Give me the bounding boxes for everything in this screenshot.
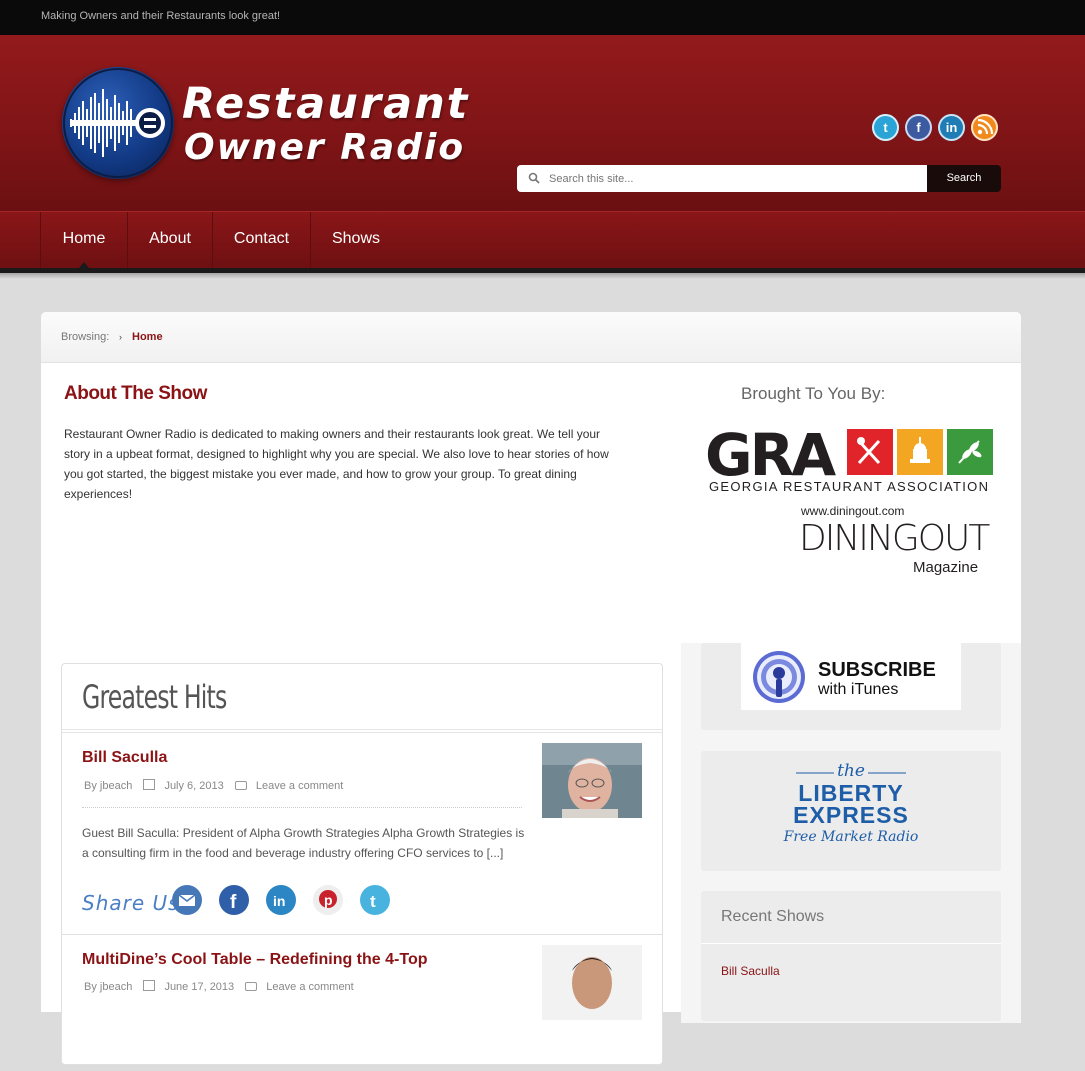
divider (62, 729, 662, 730)
post-meta: By jbeach June 17, 2013 Leave a comment (82, 980, 354, 993)
about-title: About The Show (64, 383, 207, 404)
post-title[interactable]: Bill Saculla (82, 749, 167, 767)
nav-about[interactable]: About (127, 212, 213, 268)
pinterest-share-icon[interactable]: p (313, 885, 343, 915)
search-input[interactable] (547, 169, 921, 189)
post-comments-link[interactable]: Leave a comment (256, 780, 343, 792)
post-author[interactable]: By jbeach (84, 981, 132, 993)
itunes-subscribe-button[interactable]: SUBSCRIBE with iTunes (741, 643, 961, 710)
post-thumbnail[interactable] (542, 945, 642, 1020)
linkedin-icon[interactable]: in (938, 114, 965, 141)
facebook-icon[interactable]: f (905, 114, 932, 141)
main-nav: Home About Contact Shows (0, 211, 1085, 269)
gra-subtitle: GEORGIA RESTAURANT ASSOCIATION (709, 479, 990, 494)
itunes-line1: SUBSCRIBE (818, 659, 936, 681)
list-item: MultiDine’s Cool Table – Redefining the … (82, 945, 642, 1071)
itunes-widget: SUBSCRIBE with iTunes (701, 643, 1001, 730)
about-text: Restaurant Owner Radio is dedicated to m… (64, 427, 609, 501)
post-date[interactable]: July 6, 2013 (164, 780, 223, 792)
breadcrumb-current[interactable]: Home (132, 331, 163, 343)
sponsors-heading: Brought To You By: (741, 384, 886, 403)
breadcrumb: Browsing: › Home (41, 312, 1021, 363)
site-tagline: Making Owners and their Restaurants look… (41, 10, 281, 22)
recent-shows-widget: Recent Shows Bill Saculla (701, 891, 1001, 1021)
calendar-icon (143, 779, 156, 790)
liberty-tag: Free Market Radio (783, 829, 919, 845)
liberty-line2: EXPRESS (793, 802, 909, 828)
greatest-hits-panel: Greatest Hits Bill Saculla By jbeach Jul… (61, 663, 663, 1065)
search-box (517, 165, 927, 192)
breadcrumb-label: Browsing: (61, 331, 110, 343)
divider (62, 732, 662, 733)
gra-logo[interactable]: GRA GEORGIA RESTAURANT ASSOCIATION (705, 426, 997, 496)
top-bar: Making Owners and their Restaurants look… (0, 0, 1085, 35)
search-button[interactable]: Search (927, 165, 1001, 192)
post-meta: By jbeach July 6, 2013 Leave a comment (82, 779, 343, 792)
twitter-share-icon[interactable]: t (360, 885, 390, 915)
utensils-icon (847, 429, 893, 475)
rss-icon[interactable] (971, 114, 998, 141)
nav-contact[interactable]: Contact (212, 212, 311, 268)
comment-icon (234, 781, 247, 790)
search-icon (528, 172, 540, 184)
divider (62, 934, 662, 935)
logo-icon[interactable] (62, 67, 174, 179)
linkedin-share-icon[interactable]: in (266, 885, 296, 915)
leaf-icon (947, 429, 993, 475)
recent-shows-title: Recent Shows (721, 908, 825, 925)
post-thumbnail[interactable] (542, 743, 642, 818)
list-item: Bill Saculla By jbeach July 6, 2013 Leav… (82, 743, 642, 929)
main-content: Browsing: › Home About The Show Restaura… (41, 312, 1021, 1065)
gra-letters: GRA (705, 421, 836, 489)
nav-shows[interactable]: Shows (310, 212, 401, 268)
diningout-name: DININGOUT (799, 518, 990, 559)
post-comments-link[interactable]: Leave a comment (266, 981, 353, 993)
post-excerpt: Guest Bill Saculla: President of Alpha G… (82, 826, 525, 860)
divider (82, 807, 522, 808)
svg-text:in: in (273, 893, 285, 909)
nav-home[interactable]: Home (40, 212, 128, 268)
svg-text:f: f (230, 892, 237, 913)
logo-subtitle[interactable]: Owner Radio (184, 127, 465, 168)
diningout-logo[interactable]: www.diningout.com DININGOUT Magazine (799, 504, 999, 582)
greatest-hits-title: Greatest Hits (82, 678, 227, 716)
breadcrumb-arrow-icon: › (119, 332, 122, 342)
recent-show-link[interactable]: Bill Saculla (721, 964, 780, 978)
post-author[interactable]: By jbeach (84, 780, 132, 792)
capitol-icon (897, 429, 943, 475)
share-row: Share Us! f in p t (82, 885, 642, 921)
nav-shadow (0, 273, 1085, 279)
itunes-line2: with iTunes (818, 681, 899, 698)
svg-text:p: p (324, 892, 333, 908)
email-share-icon[interactable] (172, 885, 202, 915)
logo-title[interactable]: Restaurant (182, 79, 469, 129)
comment-icon (245, 982, 258, 991)
svg-text:t: t (370, 892, 376, 911)
facebook-share-icon[interactable]: f (219, 885, 249, 915)
post-title[interactable]: MultiDine’s Cool Table – Redefining the … (82, 951, 427, 969)
site-header: Restaurant Owner Radio t f in Search (0, 35, 1085, 211)
diningout-sub: Magazine (913, 559, 979, 576)
active-nav-indicator-icon (79, 262, 89, 268)
diningout-url: www.diningout.com (801, 504, 905, 518)
divider (701, 943, 1001, 944)
liberty-express-widget[interactable]: the LIBERTY EXPRESS Free Market Radio (701, 751, 1001, 871)
twitter-icon[interactable]: t (872, 114, 899, 141)
post-date[interactable]: June 17, 2013 (164, 981, 234, 993)
calendar-icon (143, 980, 156, 991)
